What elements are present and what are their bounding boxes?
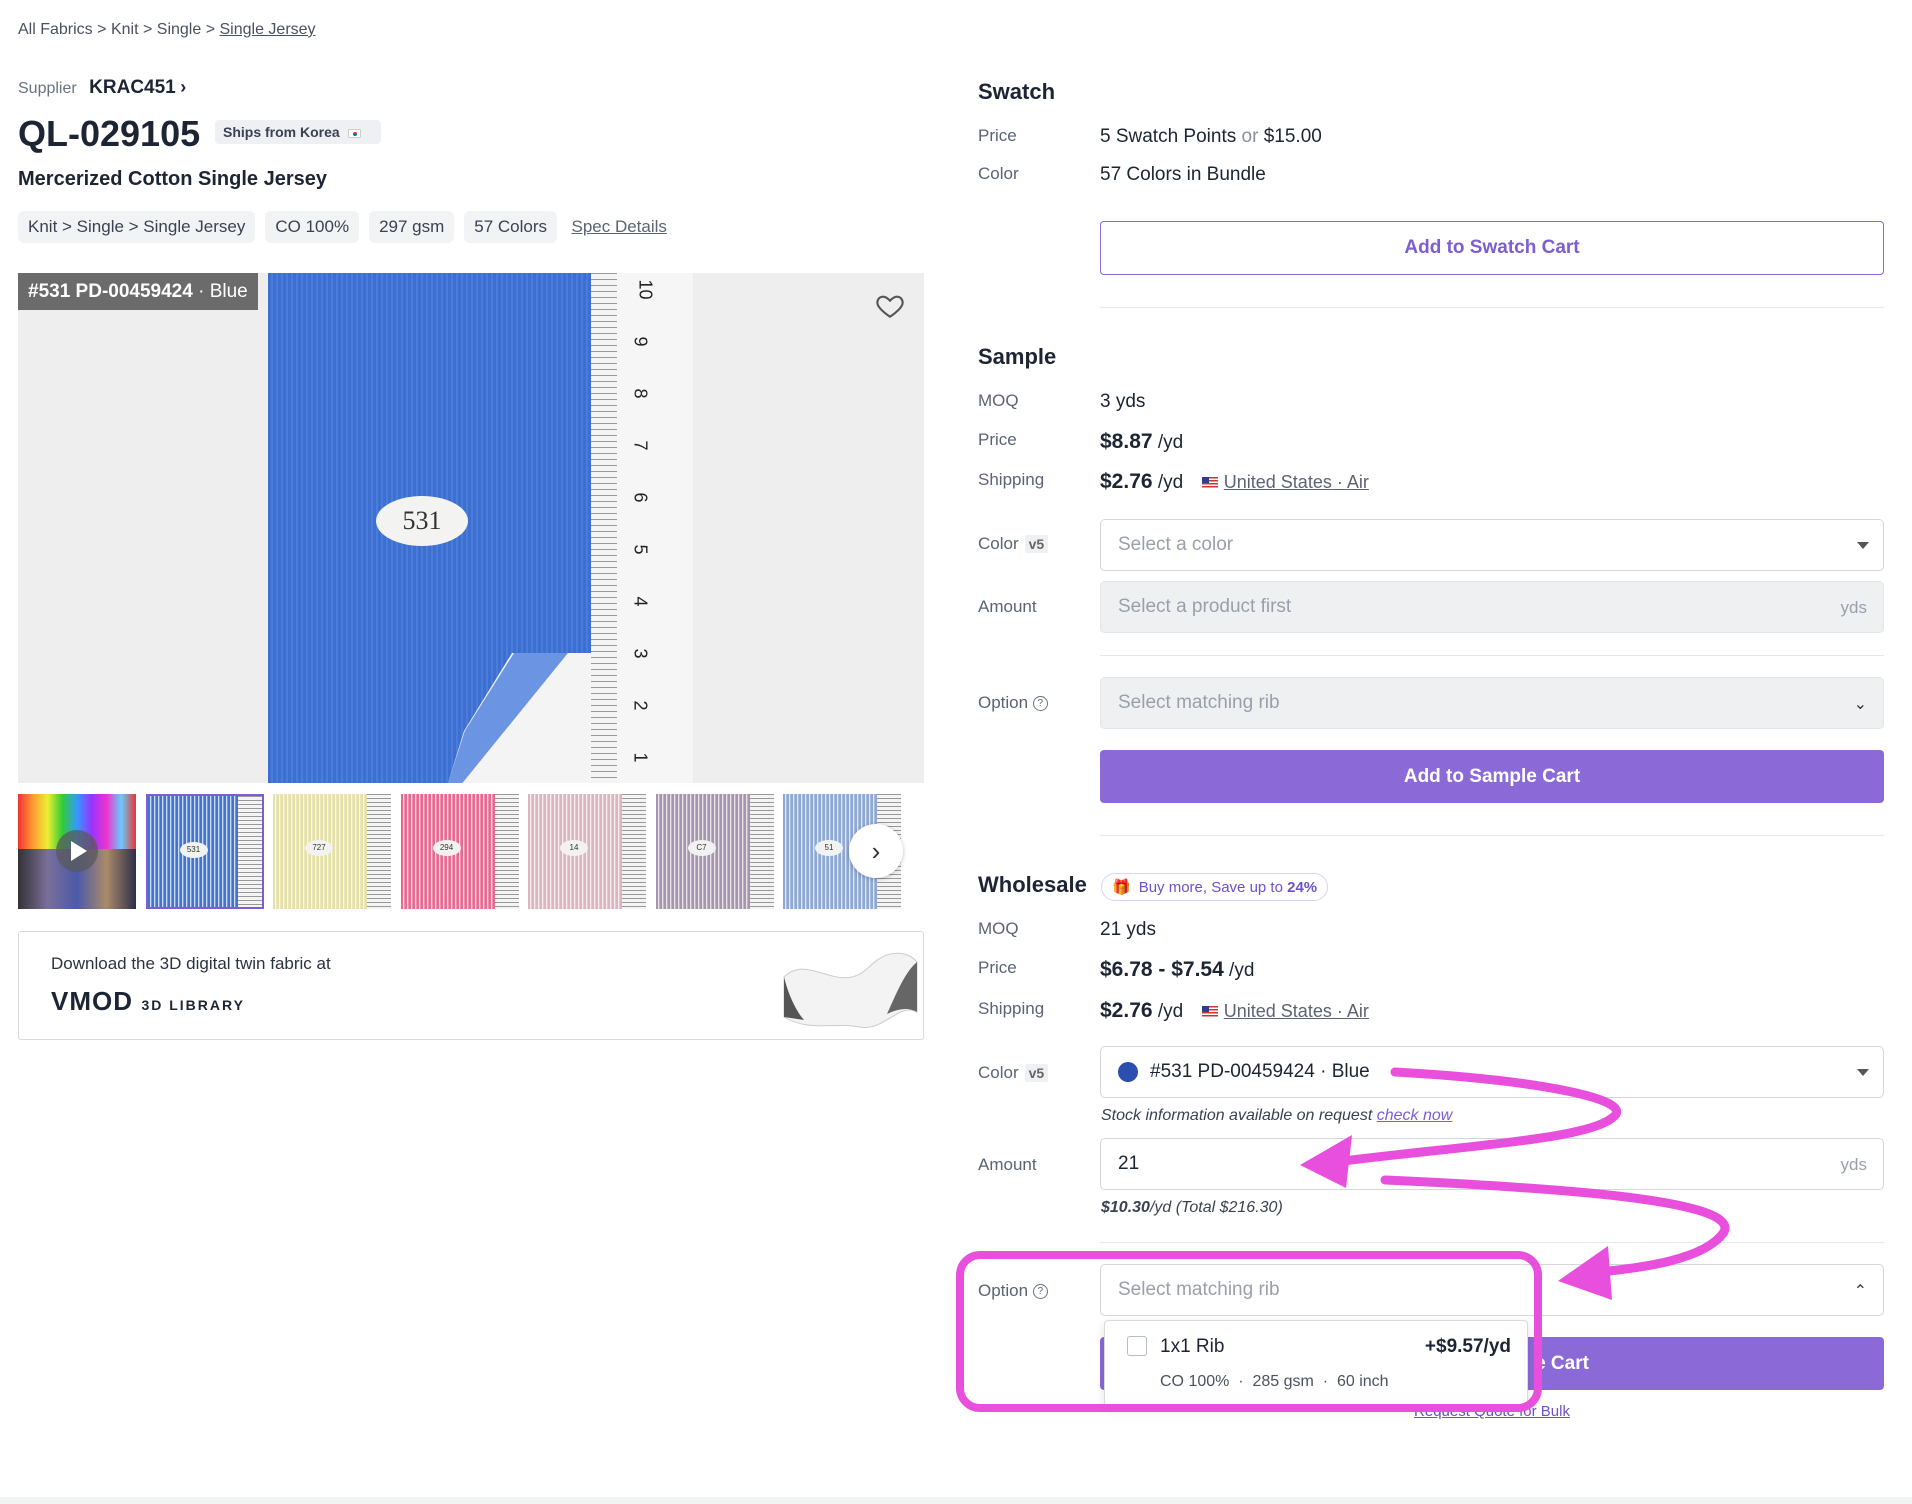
page-footer-divider: [0, 1497, 1912, 1504]
annotation-overlay: [956, 1067, 1730, 1412]
annotation-arrowhead-2: [1558, 1246, 1612, 1300]
annotation-highlight-box: [956, 1251, 1542, 1412]
annotation-arrow-1: [1330, 1067, 1622, 1167]
annotation-arrowhead-1: [1300, 1135, 1352, 1188]
